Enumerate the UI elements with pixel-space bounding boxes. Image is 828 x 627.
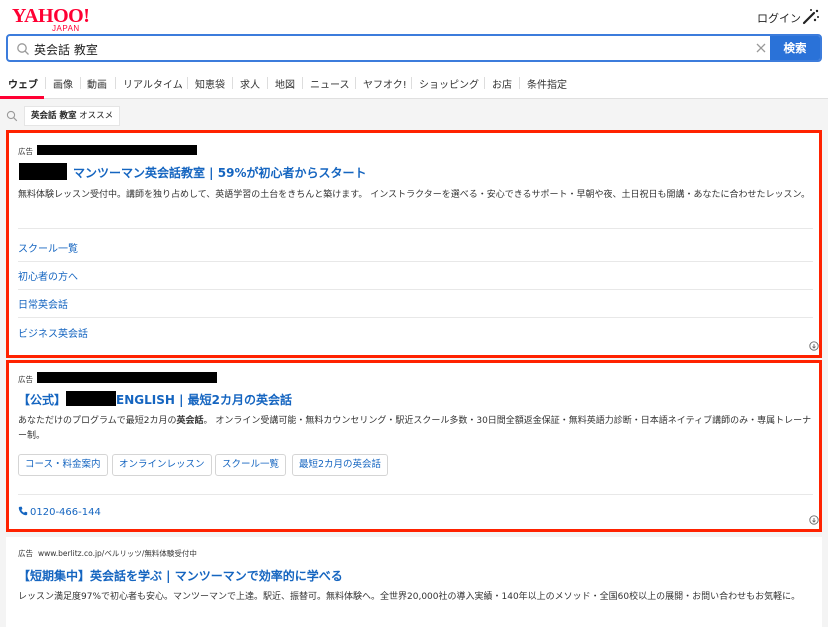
ad-chip-school-list[interactable]: スクール一覧 xyxy=(215,454,287,476)
sitelink-business-english[interactable]: ビジネス英会話 xyxy=(18,325,88,340)
related-search-chip[interactable]: 英会話 教室 オススメ xyxy=(24,106,121,126)
suggestion-rest-text: オススメ xyxy=(76,111,114,121)
login-link[interactable]: ログイン xyxy=(757,10,801,26)
tab-images[interactable]: 画像 xyxy=(53,76,73,91)
ad-card-3: 広告 www.berlitz.co.jp/ベルリッツ/無料体験受付中 【短期集中… xyxy=(6,537,822,627)
tab-divider xyxy=(80,77,81,89)
search-tabs: ウェブ 画像 動画 リアルタイム 知恵袋 求人 地図 ニュース ヤフオク! ショ… xyxy=(0,66,828,99)
tab-divider xyxy=(355,77,356,89)
tab-divider xyxy=(519,77,520,89)
redacted-brand xyxy=(19,163,67,180)
tab-shopping[interactable]: ショッピング xyxy=(419,76,479,91)
ad-info-icon[interactable] xyxy=(809,515,819,525)
search-button[interactable]: 検索 xyxy=(770,36,820,60)
ad-title-link[interactable]: 【短期集中】英会話を学ぶ | マンツーマンで効率的に学べる xyxy=(18,567,343,584)
redacted-url xyxy=(37,145,197,155)
tab-chiebukuro[interactable]: 知恵袋 xyxy=(195,76,225,91)
ad-description-highlight: 英会話 xyxy=(176,416,204,426)
redacted-url xyxy=(37,372,217,383)
ad-label: 広告 xyxy=(18,549,33,558)
tab-map[interactable]: 地図 xyxy=(275,76,295,91)
tab-divider xyxy=(302,77,303,89)
tab-divider xyxy=(484,77,485,89)
logo-sub-text: JAPAN xyxy=(52,24,80,33)
phone-number: 0120-466-144 xyxy=(30,507,101,518)
sitelink-divider xyxy=(18,228,813,229)
search-icon xyxy=(6,110,18,122)
ad-label: 広告 xyxy=(18,147,33,156)
tab-divider xyxy=(45,77,46,89)
search-bar: 英会話 教室 検索 xyxy=(6,34,822,62)
tab-search-options[interactable]: 条件指定 xyxy=(527,76,567,91)
ad-description: 無料体験レッスン受付中。講師を独り占めして、英語学習の土台をきちんと築けます。 … xyxy=(18,190,810,200)
ad-chip-course-pricing[interactable]: コース・料金案内 xyxy=(18,454,108,476)
ad-divider xyxy=(18,494,813,495)
tab-divider xyxy=(267,77,268,89)
tab-divider xyxy=(187,77,188,89)
sitelink-divider xyxy=(18,289,813,290)
ad-description: あなただけのプログラムで最短2カ月の英会話。 オンライン受講可能・無料カウンセリ… xyxy=(18,414,813,444)
tab-divider xyxy=(232,77,233,89)
tab-realtime[interactable]: リアルタイム xyxy=(123,76,183,91)
tab-stores[interactable]: お店 xyxy=(492,76,512,91)
sitelink-daily-english[interactable]: 日常英会話 xyxy=(18,296,68,311)
tab-news[interactable]: ニュース xyxy=(310,76,350,91)
ad-description: レッスン満足度97%で初心者も安心。マンツーマンで上達。駅近、振替可。無料体験へ… xyxy=(18,592,801,602)
ad-card-2: 広告 【公式】 ENGLISH | 最短2カ月の英会話 あなただけのプログラムで最… xyxy=(6,360,822,532)
logo-main-text: YAHOO! xyxy=(12,5,90,27)
sitelink-school-list[interactable]: スクール一覧 xyxy=(18,240,78,255)
sitelink-divider xyxy=(18,317,813,318)
related-search-row: 英会話 教室 オススメ xyxy=(0,100,828,130)
ad-title-link[interactable]: マンツーマン英会話教室 | 59%が初心者からスタート xyxy=(73,164,366,181)
search-icon xyxy=(17,43,29,55)
ad-chip-shortest-two-months[interactable]: 最短2カ月の英会話 xyxy=(292,454,389,476)
tab-web[interactable]: ウェブ xyxy=(8,76,38,91)
phone-link[interactable]: 0120-466-144 xyxy=(18,506,101,518)
tab-video[interactable]: 動画 xyxy=(87,76,107,91)
ad-title-suffix: ENGLISH | 最短2カ月の英会話 xyxy=(116,393,292,407)
ad-title-link[interactable]: 【公式】 ENGLISH | 最短2カ月の英会話 xyxy=(18,391,292,408)
ad-label: 広告 xyxy=(18,375,33,384)
ad-card-1: 広告 マンツーマン英会話教室 | 59%が初心者からスタート 無料体験レッスン受… xyxy=(6,130,822,358)
phone-icon xyxy=(18,506,28,516)
sitelink-beginners[interactable]: 初心者の方へ xyxy=(18,268,78,283)
clear-icon[interactable] xyxy=(754,41,768,55)
ad-info-icon[interactable] xyxy=(809,341,819,351)
ad-chip-online-lesson[interactable]: オンラインレッスン xyxy=(112,454,212,476)
tab-yafuoku[interactable]: ヤフオク! xyxy=(363,76,407,91)
tab-jobs[interactable]: 求人 xyxy=(240,76,260,91)
search-input[interactable]: 英会話 教室 xyxy=(34,41,98,58)
active-tab-indicator xyxy=(0,96,44,99)
ad-display-url: www.berlitz.co.jp/ベルリッツ/無料体験受付中 xyxy=(38,549,197,558)
yahoo-japan-logo[interactable]: YAHOO! JAPAN xyxy=(12,5,90,33)
redacted-brand xyxy=(66,391,117,406)
sitelink-divider xyxy=(18,261,813,262)
suggestion-bold-text: 英会話 教室 xyxy=(31,111,77,121)
ad-description-start: あなただけのプログラムで最短2カ月の xyxy=(18,416,177,426)
tab-divider xyxy=(411,77,412,89)
tab-divider xyxy=(115,77,116,89)
ad-title-prefix: 【公式】 xyxy=(18,393,67,407)
header: YAHOO! JAPAN ログイン 英会話 教室 検索 xyxy=(0,0,828,66)
magic-wand-icon[interactable] xyxy=(801,8,821,26)
